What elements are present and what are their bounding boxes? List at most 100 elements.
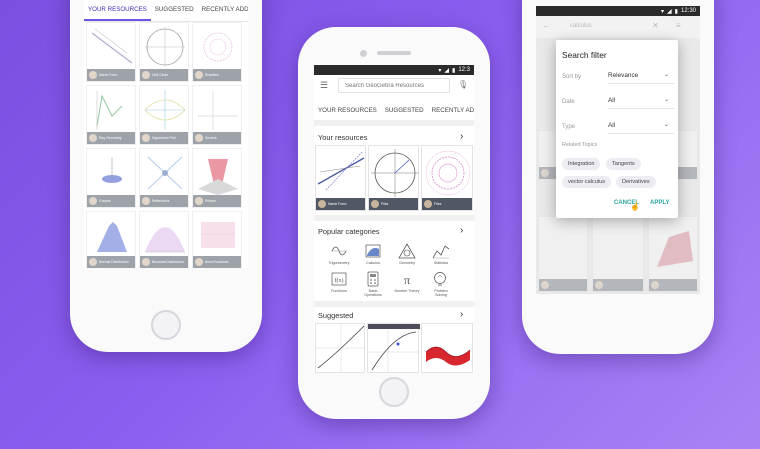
- left-screen: YOUR RESOURCES SUGGESTED RECENTLY ADDED …: [84, 0, 248, 268]
- chevron-right-icon[interactable]: ›: [460, 309, 463, 320]
- date-value: All: [608, 97, 616, 104]
- signal-icon: ◢: [667, 8, 672, 15]
- resource-card[interactable]: Ray Geometry: [86, 85, 136, 145]
- toolbar-strip: [368, 324, 420, 329]
- card-author-bar: Files: [422, 198, 472, 210]
- chevron-right-icon[interactable]: ›: [460, 225, 463, 236]
- category-functions[interactable]: f(x) Functions: [326, 271, 352, 293]
- home-button[interactable]: [379, 377, 409, 407]
- front-camera: [360, 50, 367, 57]
- category-basic-operations[interactable]: Basic Operations: [360, 271, 386, 297]
- status-bar: ▾ ◢ ▮ 12:30: [536, 6, 700, 16]
- signal-icon: ◢: [444, 67, 449, 74]
- resource-card[interactable]: Vectors: [192, 85, 242, 145]
- resource-card[interactable]: Name Form: [86, 22, 136, 82]
- date-label: Date: [562, 99, 575, 105]
- category-number-theory[interactable]: π Number Theory: [394, 271, 420, 293]
- divider: [608, 108, 674, 109]
- category-label: Basic Operations: [364, 289, 382, 297]
- tab-recently-added[interactable]: RECENTLY ADDED: [198, 0, 248, 21]
- resource-card[interactable]: Unit Circle: [139, 22, 189, 82]
- suggested-card[interactable]: [367, 323, 420, 373]
- resource-thumbnail: [317, 151, 365, 191]
- result-card[interactable]: [592, 216, 644, 292]
- card-author: Name Form: [328, 202, 347, 206]
- type-select[interactable]: All ⌄: [608, 120, 674, 132]
- topic-chip[interactable]: Integration: [562, 158, 601, 170]
- date-select[interactable]: All ⌄: [608, 95, 674, 107]
- status-time: 12:3: [458, 67, 470, 73]
- category-geometry[interactable]: Geometry: [394, 243, 420, 265]
- center-tab-bar: YOUR RESOURCES SUGGESTED RECENTLY ADDE: [314, 101, 474, 121]
- dialog-title: Search filter: [562, 50, 607, 60]
- earpiece: [377, 51, 411, 55]
- resource-thumbnail: [425, 346, 471, 366]
- category-label: Trigonometry: [328, 261, 350, 265]
- left-tab-bar: YOUR RESOURCES SUGGESTED RECENTLY ADDED: [84, 0, 248, 22]
- menu-icon[interactable]: ☰: [320, 80, 328, 91]
- search-field[interactable]: [338, 78, 450, 93]
- left-phone: YOUR RESOURCES SUGGESTED RECENTLY ADDED …: [70, 0, 262, 352]
- card-author-bar: Files: [369, 198, 418, 210]
- resource-card[interactable]: Name Form: [315, 145, 366, 211]
- mic-icon[interactable]: 🎙: [458, 80, 468, 89]
- popular-categories-title: Popular categories: [318, 227, 380, 236]
- back-arrow-icon[interactable]: ←: [542, 21, 550, 30]
- chevron-down-icon: ⌄: [664, 122, 670, 128]
- category-statistics[interactable]: Statistics: [428, 243, 454, 265]
- section-divider: [314, 215, 474, 221]
- topic-chip[interactable]: Tangents: [606, 158, 641, 170]
- type-label: Type: [562, 124, 576, 130]
- chevron-down-icon: ⌄: [664, 72, 670, 78]
- apply-button[interactable]: APPLY: [650, 200, 669, 206]
- calculus-icon: [365, 244, 381, 258]
- battery-icon: ▮: [452, 67, 456, 74]
- suggested-card[interactable]: [315, 323, 366, 373]
- right-screen: ▾ ◢ ▮ 12:30 ← calculus ✕ ≡ Search filter…: [536, 6, 700, 294]
- category-label: Calculus: [366, 261, 380, 265]
- chevron-right-icon[interactable]: ›: [460, 131, 463, 142]
- resource-card[interactable]: Graphs: [86, 148, 136, 208]
- section-divider: [314, 301, 474, 307]
- topic-chip[interactable]: Derivatives: [616, 176, 656, 188]
- avatar: [371, 200, 379, 208]
- category-label: Functions: [331, 289, 347, 293]
- resource-thumbnail: [425, 150, 471, 196]
- topic-chip[interactable]: vector calculus: [562, 176, 611, 188]
- suggested-card[interactable]: [421, 323, 473, 373]
- divider: [608, 83, 674, 84]
- related-topics-label: Related Topics: [562, 142, 598, 148]
- search-query[interactable]: calculus: [570, 23, 592, 29]
- category-calculus[interactable]: Calculus: [360, 243, 386, 265]
- resource-card[interactable]: Normal Distribution: [86, 211, 136, 268]
- search-header: ← calculus ✕ ≡: [536, 16, 700, 38]
- result-card[interactable]: [538, 216, 588, 292]
- tab-your-resources[interactable]: YOUR RESOURCES: [314, 101, 381, 120]
- resource-card[interactable]: Hyperbolic Plot: [139, 85, 189, 145]
- tab-your-resources[interactable]: YOUR RESOURCES: [84, 0, 151, 21]
- sort-by-select[interactable]: Relevance ⌄: [608, 70, 674, 82]
- svg-text:π: π: [404, 273, 410, 287]
- resource-card[interactable]: Files: [368, 145, 419, 211]
- resource-card[interactable]: Reflections: [139, 148, 189, 208]
- avatar: [424, 200, 432, 208]
- resource-card[interactable]: Area Functions: [192, 211, 242, 268]
- tab-suggested[interactable]: SUGGESTED: [151, 0, 198, 21]
- statistics-icon: [432, 245, 450, 259]
- category-label: Geometry: [399, 261, 415, 265]
- filter-icon[interactable]: ≡: [676, 21, 681, 30]
- resource-card[interactable]: Rosettes: [192, 22, 242, 82]
- resource-card[interactable]: Files: [421, 145, 473, 211]
- resource-thumbnail: [371, 149, 419, 197]
- result-card[interactable]: [648, 216, 698, 292]
- category-problem-solving[interactable]: Problem Solving: [428, 271, 454, 297]
- trigonometry-icon: [331, 246, 347, 256]
- category-trigonometry[interactable]: Trigonometry: [326, 243, 352, 265]
- resource-card[interactable]: Prisms: [192, 148, 242, 208]
- search-input[interactable]: [345, 83, 443, 89]
- tab-suggested[interactable]: SUGGESTED: [381, 101, 428, 120]
- resource-card[interactable]: Binomial Distribution: [139, 211, 189, 268]
- home-button[interactable]: [151, 310, 181, 340]
- tab-recently-added[interactable]: RECENTLY ADDE: [428, 101, 474, 120]
- close-icon[interactable]: ✕: [652, 21, 659, 30]
